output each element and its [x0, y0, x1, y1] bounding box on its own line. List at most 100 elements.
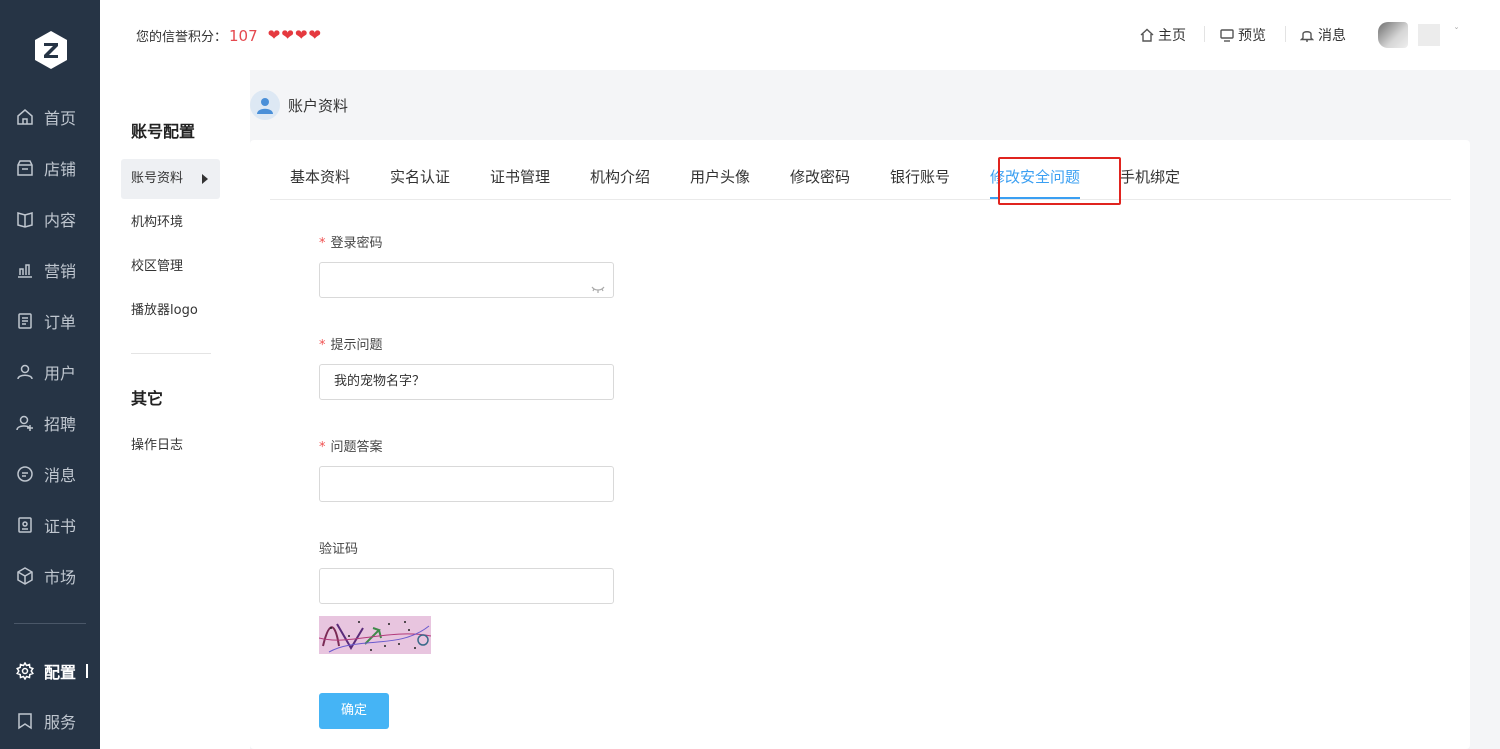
- sidebar-item-orders[interactable]: 订单: [0, 301, 100, 341]
- bookmark-icon: [16, 712, 34, 730]
- sidebar-item-users[interactable]: 用户: [0, 352, 100, 392]
- user-add-icon: [16, 414, 34, 432]
- header-home-label: 主页: [1158, 28, 1186, 44]
- username-blurred[interactable]: [1418, 24, 1440, 46]
- header-messages-label: 消息: [1318, 28, 1346, 44]
- header-preview-label: 预览: [1238, 28, 1266, 44]
- tab-phone-binding[interactable]: 手机绑定: [1120, 166, 1180, 187]
- sidebar-item-label: 营销: [44, 262, 77, 281]
- sidebar-item-label: 服务: [44, 713, 77, 732]
- bar-chart-icon: [16, 261, 34, 279]
- submenu-section-title: 其它: [131, 389, 164, 408]
- page-title: 账户资料: [288, 96, 349, 115]
- sidebar-item-recruit[interactable]: 招聘: [0, 403, 100, 443]
- submenu-item-campus[interactable]: 校区管理: [121, 247, 220, 287]
- heart-icon: ❤: [267, 26, 281, 44]
- chat-icon: [16, 465, 34, 483]
- book-icon: [16, 210, 34, 228]
- sidebar-item-label: 用户: [44, 364, 77, 383]
- sidebar-divider: [14, 623, 86, 624]
- heart-icon: ❤: [294, 26, 308, 44]
- sidebar-item-label: 配置: [44, 663, 77, 682]
- header-separator: [1204, 26, 1205, 42]
- caret-right-icon: [202, 174, 208, 184]
- submenu-section-title: 账号配置: [131, 122, 196, 141]
- required-mark: *: [319, 236, 326, 251]
- tab-certificates[interactable]: 证书管理: [490, 166, 550, 187]
- captcha-field[interactable]: [319, 568, 614, 604]
- captcha-label: 验证码: [319, 542, 359, 557]
- avatar[interactable]: [1378, 22, 1408, 48]
- home-icon: [1140, 28, 1154, 42]
- user-icon: [250, 90, 280, 120]
- tab-change-password[interactable]: 修改密码: [790, 166, 850, 187]
- submenu-divider: [131, 353, 211, 354]
- header-preview-link[interactable]: 预览: [1220, 25, 1266, 45]
- page-heading: 账户资料: [250, 90, 348, 120]
- sidebar-item-label: 市场: [44, 568, 77, 587]
- required-mark: *: [319, 440, 326, 455]
- tab-avatar[interactable]: 用户头像: [690, 166, 750, 187]
- main-sidebar: 首页 店铺 内容 营销 订单 用户 招聘 消息 证书 市场 配置 服务: [0, 0, 100, 749]
- captcha-image[interactable]: [319, 616, 431, 654]
- header-separator: [1285, 26, 1286, 42]
- sidebar-item-label: 招聘: [44, 415, 77, 434]
- label-text: 问题答案: [330, 440, 383, 455]
- settings-submenu: 账号配置 账号资料 机构环境 校区管理 播放器logo 其它 操作日志: [100, 70, 250, 749]
- header-home-link[interactable]: 主页: [1140, 25, 1186, 45]
- heart-icon: ❤: [308, 26, 321, 44]
- submenu-item-player-logo[interactable]: 播放器logo: [121, 291, 220, 331]
- chevron-down-icon[interactable]: ˇ: [1454, 27, 1459, 38]
- security-question-field[interactable]: 我的宠物名字？: [319, 364, 614, 400]
- tab-bar: 基本资料 实名认证 证书管理 机构介绍 用户头像 修改密码 银行账号 修改安全问…: [270, 140, 1451, 205]
- label-text: 提示问题: [330, 338, 383, 353]
- sidebar-item-service[interactable]: 服务: [0, 701, 100, 741]
- sidebar-item-label: 证书: [44, 517, 77, 536]
- top-header: 您的信誉积分： 107 ❤ ❤ ❤ ❤ 主页 预览 消息 ˇ: [100, 0, 1500, 70]
- content-card: 基本资料 实名认证 证书管理 机构介绍 用户头像 修改密码 银行账号 修改安全问…: [250, 140, 1470, 749]
- tab-basic-info[interactable]: 基本资料: [290, 166, 350, 187]
- login-password-label: * 登录密码: [319, 232, 383, 251]
- sidebar-item-label: 店铺: [44, 160, 77, 179]
- submenu-item-account-profile[interactable]: 账号资料: [121, 159, 220, 199]
- monitor-icon: [1220, 29, 1234, 42]
- active-indicator: [86, 664, 89, 678]
- sidebar-item-marketing[interactable]: 营销: [0, 250, 100, 290]
- sidebar-item-messages[interactable]: 消息: [0, 454, 100, 494]
- heart-icon: ❤: [281, 26, 294, 44]
- credit-hearts: ❤ ❤ ❤ ❤: [268, 28, 322, 43]
- home-icon: [16, 108, 34, 126]
- document-icon: [16, 312, 34, 330]
- login-password-field[interactable]: [319, 262, 614, 298]
- required-mark: *: [319, 338, 326, 353]
- gear-icon: [16, 661, 34, 681]
- credit-score-value: 107: [229, 26, 258, 45]
- sidebar-item-certificates[interactable]: 证书: [0, 505, 100, 545]
- sidebar-item-label: 消息: [44, 466, 77, 485]
- submenu-item-label: 账号资料: [131, 171, 184, 186]
- highlight-annotation-box: [998, 157, 1121, 205]
- eye-closed-icon[interactable]: [591, 274, 605, 293]
- tab-bank-account[interactable]: 银行账号: [890, 166, 950, 187]
- header-messages-link[interactable]: 消息: [1300, 25, 1346, 45]
- sidebar-item-content[interactable]: 内容: [0, 199, 100, 239]
- tab-real-name[interactable]: 实名认证: [390, 166, 450, 187]
- sidebar-item-settings[interactable]: 配置: [0, 651, 100, 691]
- sidebar-item-market[interactable]: 市场: [0, 556, 100, 596]
- security-answer-field[interactable]: [319, 466, 614, 502]
- submenu-item-org-environment[interactable]: 机构环境: [121, 203, 220, 243]
- app-logo[interactable]: [33, 30, 69, 70]
- confirm-button[interactable]: 确定: [319, 693, 389, 729]
- cube-icon: [16, 567, 34, 585]
- sidebar-item-label: 内容: [44, 211, 77, 230]
- sidebar-item-label: 首页: [44, 109, 77, 128]
- user-icon: [16, 363, 34, 381]
- tab-org-intro[interactable]: 机构介绍: [590, 166, 650, 187]
- security-question-label: * 提示问题: [319, 334, 383, 353]
- label-text: 登录密码: [330, 236, 383, 251]
- sidebar-item-home[interactable]: 首页: [0, 97, 100, 137]
- sidebar-item-store[interactable]: 店铺: [0, 148, 100, 188]
- security-answer-label: * 问题答案: [319, 436, 383, 455]
- submenu-item-operation-log[interactable]: 操作日志: [121, 426, 220, 466]
- credit-score: 您的信誉积分： 107 ❤ ❤ ❤ ❤: [136, 26, 322, 46]
